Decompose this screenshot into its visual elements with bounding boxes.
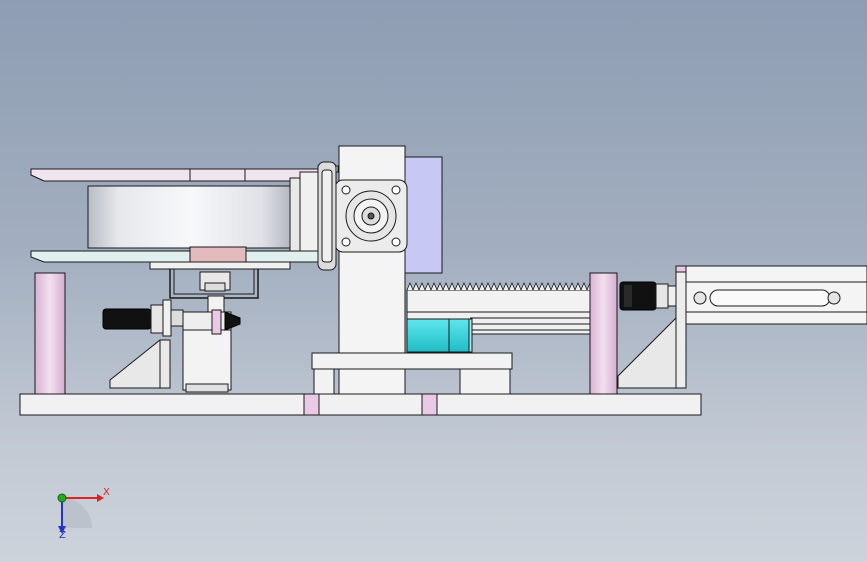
right-pillar[interactable] [589,272,618,395]
left-sensor[interactable] [102,299,184,337]
sensor-block[interactable] [182,309,241,393]
z-axis-label: Z [59,530,66,541]
lower-guide-plate[interactable] [30,246,319,270]
bearing-disc[interactable] [317,161,337,271]
right-sensor[interactable] [619,281,677,311]
base-plate[interactable] [19,393,702,416]
gear-rack[interactable] [406,281,594,313]
linear-block[interactable] [406,318,473,353]
assembly-model[interactable] [0,0,867,562]
cad-viewport[interactable]: X Z [0,0,867,562]
left-pillar[interactable] [34,272,66,395]
coordinate-triad [57,493,104,534]
air-cylinder[interactable] [675,265,867,325]
x-axis-label: X [103,487,110,498]
left-angle-bracket[interactable] [109,339,171,389]
